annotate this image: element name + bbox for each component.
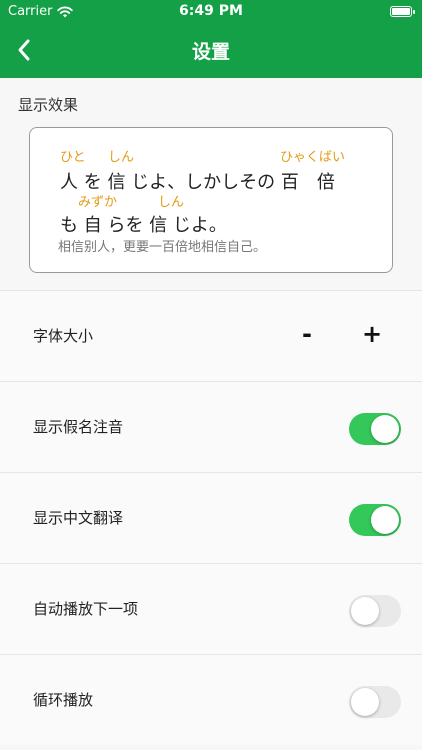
loop-play-row: 循环播放: [0, 654, 422, 745]
loop-play-toggle[interactable]: [349, 686, 401, 718]
page-title: 设置: [191, 41, 230, 63]
ruby-hito: ひと: [60, 150, 86, 165]
japanese-line-2: も 自 らを 信 じよ。: [60, 215, 227, 236]
battery-icon: [390, 6, 415, 17]
show-kana-row: 显示假名注音: [0, 381, 422, 472]
ruby-shin-2: しん: [158, 195, 185, 210]
autoplay-next-label: 自动播放下一项: [33, 600, 139, 618]
status-time: 6:49 PM: [179, 3, 243, 19]
status-bar: Carrier 6:49 PM: [0, 0, 422, 24]
toggle-knob: [371, 506, 399, 534]
toggle-knob: [371, 415, 399, 443]
font-size-row: 字体大小 - +: [0, 290, 422, 381]
preview-section-label: 显示效果: [18, 96, 79, 114]
header-bar: Carrier 6:49 PM 设置: [0, 0, 422, 78]
show-chinese-row: 显示中文翻译: [0, 472, 422, 563]
toggle-knob: [351, 688, 379, 716]
show-kana-toggle[interactable]: [349, 413, 401, 445]
show-chinese-label: 显示中文翻译: [33, 509, 124, 527]
ruby-hyakubai: ひゃくばい: [280, 150, 346, 165]
show-chinese-toggle[interactable]: [349, 504, 401, 536]
ruby-shin-1: しん: [108, 150, 135, 165]
autoplay-next-row: 自动播放下一项: [0, 563, 422, 654]
show-kana-label: 显示假名注音: [33, 418, 124, 436]
chinese-translation: 相信别人，更要一百倍地相信自己。: [58, 240, 267, 255]
ruby-mizuka: みずか: [78, 195, 118, 210]
toggle-knob: [351, 597, 379, 625]
decrease-font-button[interactable]: -: [292, 319, 322, 349]
loop-play-label: 循环播放: [33, 691, 94, 709]
nav-bar: 设置: [0, 24, 422, 78]
autoplay-next-toggle[interactable]: [349, 595, 401, 627]
font-size-label: 字体大小: [33, 327, 94, 345]
preview-card: ひと しん ひゃくばい 人 を 信 じよ、しかしその 百 倍 みずか しん も …: [29, 127, 393, 273]
increase-font-button[interactable]: +: [357, 319, 387, 349]
